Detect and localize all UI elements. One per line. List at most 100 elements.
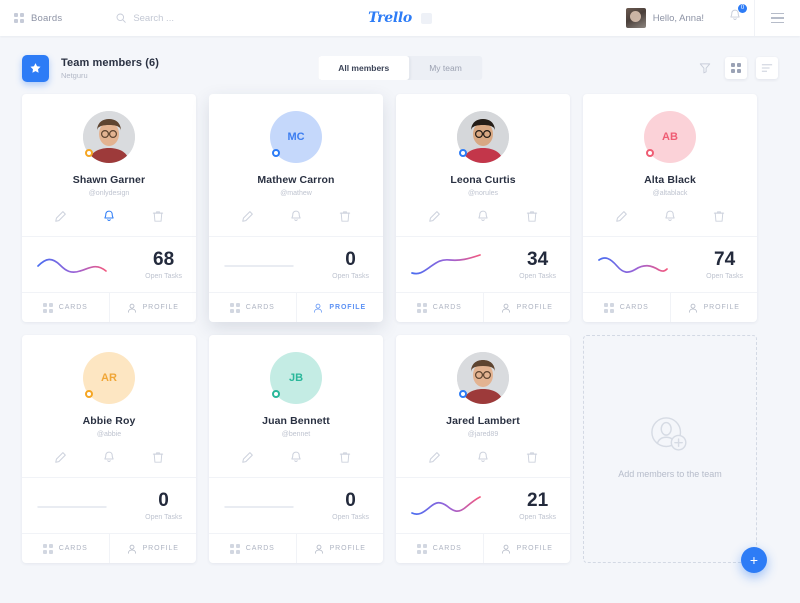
edit-button[interactable] — [241, 451, 254, 464]
member-card[interactable]: MC Mathew Carron @mathew 0 Open Tasks CA… — [209, 94, 383, 322]
member-stats: 74 Open Tasks — [583, 236, 757, 292]
cards-button[interactable]: CARDS — [396, 293, 483, 322]
delete-button[interactable] — [152, 210, 165, 223]
profile-button[interactable]: PROFILE — [295, 293, 384, 322]
member-stats: 34 Open Tasks — [396, 236, 570, 292]
user-icon — [688, 303, 697, 313]
profile-button[interactable]: PROFILE — [482, 293, 571, 322]
member-card[interactable]: Shawn Garner @onlydesign 68 Open Tasks C… — [22, 94, 196, 322]
member-card[interactable]: Jared Lambert @jared89 21 Open Tasks CAR… — [396, 335, 570, 563]
edit-button[interactable] — [615, 210, 628, 223]
delete-button[interactable] — [152, 451, 165, 464]
menu-button[interactable] — [754, 0, 800, 36]
cards-button[interactable]: CARDS — [22, 293, 109, 322]
member-avatar-wrap: JB — [270, 352, 322, 404]
member-stats: 21 Open Tasks — [396, 477, 570, 533]
open-tasks-stat: 0 Open Tasks — [332, 491, 369, 521]
open-tasks-count: 0 — [158, 490, 169, 511]
status-badge — [459, 149, 467, 157]
list-view-button[interactable] — [756, 57, 778, 79]
profile-button[interactable]: PROFILE — [108, 534, 197, 563]
delete-button[interactable] — [526, 451, 539, 464]
edit-button[interactable] — [428, 451, 441, 464]
delete-button[interactable] — [339, 210, 352, 223]
open-tasks-stat: 0 Open Tasks — [332, 250, 369, 280]
add-members-card[interactable]: Add members to the team + — [583, 335, 767, 573]
profile-label: PROFILE — [142, 304, 179, 311]
delete-button[interactable] — [713, 210, 726, 223]
sparkline-svg — [37, 506, 107, 508]
sparkline-svg — [411, 496, 481, 516]
member-card-footer: CARDS PROFILE — [209, 292, 383, 322]
member-name: Alta Black — [644, 174, 696, 186]
open-tasks-stat: 68 Open Tasks — [145, 250, 182, 280]
delete-button[interactable] — [339, 451, 352, 464]
notify-button[interactable] — [103, 451, 116, 464]
trash-icon — [339, 452, 351, 463]
cards-button[interactable]: CARDS — [209, 293, 296, 322]
notify-button[interactable] — [477, 210, 490, 223]
notifications-button[interactable]: 0 — [716, 4, 754, 27]
tab-all-members[interactable]: All members — [318, 56, 410, 80]
tasks-sparkline — [223, 252, 295, 278]
team-badge[interactable] — [22, 54, 49, 82]
edit-button[interactable] — [241, 210, 254, 223]
member-stats: 0 Open Tasks — [22, 477, 196, 533]
edit-button[interactable] — [54, 210, 67, 223]
user-menu[interactable]: Hello, Anna! — [625, 8, 716, 28]
member-stats: 0 Open Tasks — [209, 477, 383, 533]
member-card[interactable]: Leona Curtis @norules 34 Open Tasks CARD… — [396, 94, 570, 322]
cards-button[interactable]: CARDS — [209, 534, 296, 563]
open-tasks-count: 0 — [345, 249, 356, 270]
open-tasks-label: Open Tasks — [519, 273, 556, 280]
notify-button[interactable] — [290, 210, 303, 223]
notify-button[interactable] — [664, 210, 677, 223]
edit-icon — [54, 452, 66, 463]
status-badge — [459, 390, 467, 398]
grid-view-button[interactable] — [725, 57, 747, 79]
edit-button[interactable] — [54, 451, 67, 464]
cards-button[interactable]: CARDS — [396, 534, 483, 563]
team-heading: Team members (6) Netguru — [61, 57, 159, 80]
grid-view-icon — [731, 63, 741, 73]
filter-button[interactable] — [694, 57, 716, 79]
open-tasks-stat: 0 Open Tasks — [145, 491, 182, 521]
trello-logo[interactable]: Trello — [368, 10, 412, 26]
bell-icon — [291, 210, 301, 221]
profile-button[interactable]: PROFILE — [108, 293, 197, 322]
notify-button[interactable] — [290, 451, 303, 464]
list-view-icon — [761, 64, 773, 72]
cards-button[interactable]: CARDS — [22, 534, 109, 563]
profile-label: PROFILE — [703, 304, 740, 311]
member-avatar-wrap: AB — [644, 111, 696, 163]
cards-button[interactable]: CARDS — [583, 293, 670, 322]
notify-button[interactable] — [477, 451, 490, 464]
add-member-fab[interactable]: + — [741, 547, 767, 573]
member-card-footer: CARDS PROFILE — [22, 533, 196, 563]
member-card[interactable]: JB Juan Bennett @bennet 0 Open Tasks CAR… — [209, 335, 383, 563]
member-card[interactable]: AB Alta Black @altablack 74 Open Tasks C… — [583, 94, 757, 322]
search-box[interactable] — [116, 12, 264, 24]
search-input[interactable] — [133, 12, 264, 24]
bell-icon — [104, 210, 114, 221]
member-card[interactable]: AR Abbie Roy @abbie 0 Open Tasks CARDS P… — [22, 335, 196, 563]
profile-button[interactable]: PROFILE — [669, 293, 758, 322]
notify-button[interactable] — [103, 210, 116, 223]
delete-button[interactable] — [526, 210, 539, 223]
tab-my-team[interactable]: My team — [409, 56, 482, 80]
trash-icon — [713, 211, 725, 222]
open-tasks-label: Open Tasks — [332, 273, 369, 280]
profile-label: PROFILE — [329, 545, 366, 552]
profile-button[interactable]: PROFILE — [295, 534, 384, 563]
member-card-top: Jared Lambert @jared89 — [396, 335, 570, 477]
boards-button[interactable]: Boards — [14, 13, 62, 24]
tasks-sparkline — [597, 252, 669, 278]
cards-label: CARDS — [619, 304, 649, 311]
star-icon — [30, 62, 41, 73]
open-tasks-stat: 34 Open Tasks — [519, 250, 556, 280]
member-avatar-wrap: MC — [270, 111, 322, 163]
open-tasks-count: 74 — [714, 249, 736, 270]
profile-button[interactable]: PROFILE — [482, 534, 571, 563]
edit-button[interactable] — [428, 210, 441, 223]
grid-icon — [14, 13, 24, 23]
